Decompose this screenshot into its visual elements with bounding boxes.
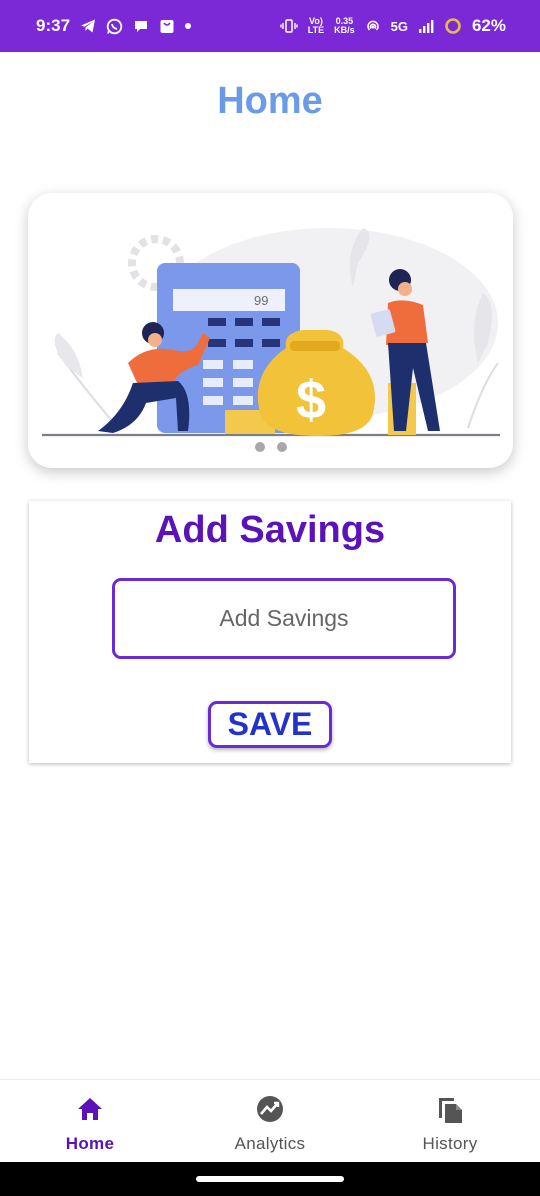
- vibrate-icon: [280, 19, 298, 33]
- carousel-dot[interactable]: [276, 442, 287, 452]
- add-savings-card: Add Savings SAVE: [29, 501, 511, 763]
- nav-label-home: Home: [65, 1134, 115, 1153]
- nav-label-history: History: [422, 1134, 478, 1153]
- volte-indicator: Vo) LTE: [307, 16, 325, 35]
- status-right: Vo) LTE 0.35 KB/s 5G 62%: [280, 16, 506, 36]
- carousel-card[interactable]: 99 $: [28, 193, 513, 468]
- bottom-navigation: Home Analytics History: [0, 1079, 540, 1162]
- network-type: 5G: [390, 18, 408, 34]
- shopping-bag-icon: [159, 18, 175, 34]
- network-speed: 0.35 KB/s: [334, 16, 355, 35]
- svg-text:99: 99: [254, 293, 268, 308]
- whatsapp-icon: [106, 18, 123, 35]
- nav-item-history[interactable]: History: [360, 1080, 540, 1162]
- savings-amount-input[interactable]: [112, 578, 456, 659]
- carousel-indicator: [28, 442, 513, 452]
- signal-icon: [418, 19, 434, 33]
- telegram-icon: [80, 18, 96, 34]
- nav-item-home[interactable]: Home: [0, 1080, 180, 1162]
- analytics-icon: [256, 1094, 284, 1124]
- carousel-dot[interactable]: [254, 442, 265, 452]
- dot-icon: [185, 23, 192, 29]
- battery-ring-icon: [444, 17, 462, 35]
- history-icon: [436, 1094, 464, 1124]
- status-bar: 9:37 Vo) LTE 0.35 KB/s 5G 62%: [0, 0, 540, 52]
- save-button[interactable]: SAVE: [208, 701, 332, 748]
- home-icon: [76, 1094, 104, 1124]
- status-time: 9:37: [36, 16, 71, 35]
- battery-level: 62%: [471, 16, 506, 35]
- system-navigation-bar: [0, 1162, 540, 1196]
- svg-text:$: $: [296, 370, 326, 430]
- savings-calculator-illustration: 99 $: [42, 228, 500, 437]
- nav-label-analytics: Analytics: [234, 1134, 306, 1153]
- gesture-home-pill[interactable]: [196, 1176, 344, 1182]
- nav-item-analytics[interactable]: Analytics: [180, 1080, 360, 1162]
- page-title: Home: [217, 80, 323, 122]
- hotspot-icon: [365, 18, 381, 34]
- status-left: 9:37: [36, 16, 192, 36]
- chat-icon: [133, 18, 149, 34]
- add-savings-title: Add Savings: [154, 509, 386, 551]
